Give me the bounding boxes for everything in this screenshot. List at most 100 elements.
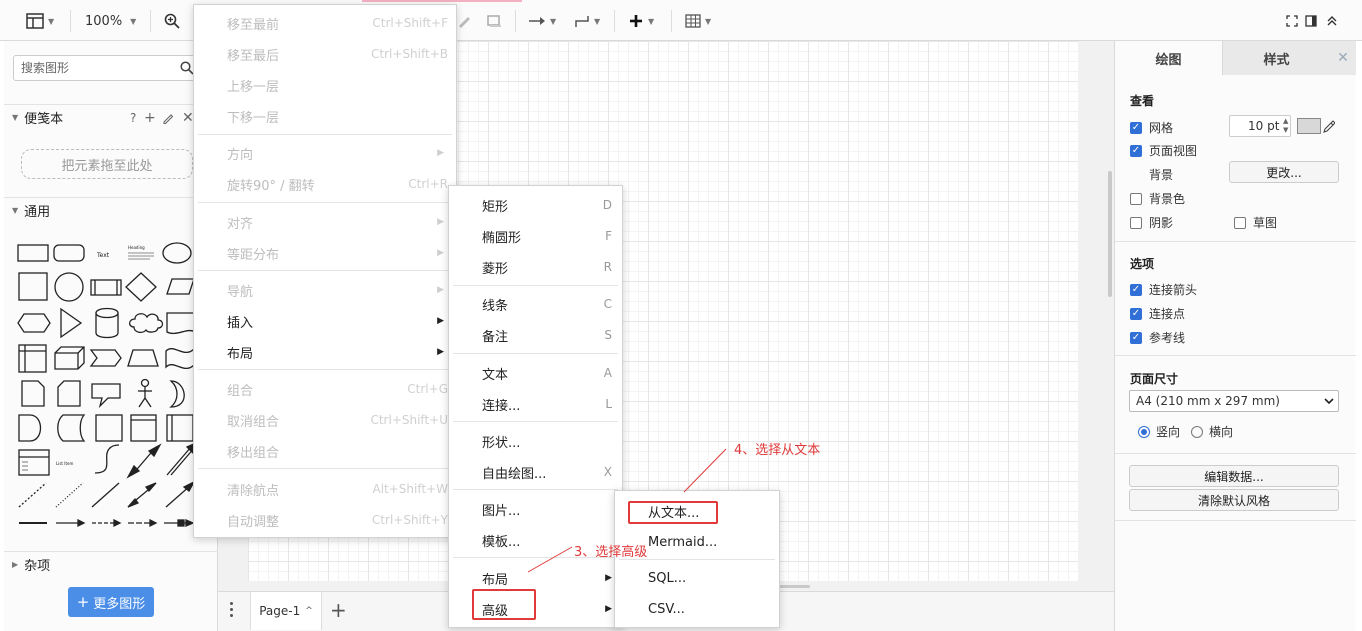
insert-button[interactable]: ▼ <box>628 10 654 32</box>
waypoints-button[interactable]: ▼ <box>574 10 600 32</box>
shape-triangle[interactable] <box>60 307 83 339</box>
insert-menu-item[interactable]: 椭圆形 F <box>449 222 622 250</box>
shape-dashed-line[interactable] <box>18 482 47 508</box>
shape-container[interactable] <box>95 414 123 442</box>
shape-rectangle[interactable] <box>17 244 49 262</box>
shape-bidirectional-arrow[interactable] <box>126 443 162 479</box>
zoom-dropdown[interactable]: 100% ▼ <box>85 10 136 32</box>
shape-link-dashed[interactable] <box>92 518 122 528</box>
context-menu-item[interactable]: 插入 ▶ <box>194 307 456 335</box>
close-panel-icon[interactable]: ✕ <box>1330 41 1356 75</box>
landscape-radio[interactable]: 横向 <box>1191 423 1233 440</box>
tab-style[interactable]: 样式 <box>1222 41 1330 75</box>
page-tab[interactable]: Page-1 ^ <box>250 592 322 630</box>
shape-arrow[interactable] <box>166 441 198 476</box>
insert-menu-item[interactable]: 自由绘图... X <box>449 458 622 486</box>
background-color-checkbox[interactable]: 背景色 <box>1130 190 1185 207</box>
shape-internal-storage[interactable] <box>18 344 47 373</box>
insert-menu-item[interactable]: 文本 A <box>449 359 622 387</box>
grid-color-swatch[interactable] <box>1297 118 1321 134</box>
connection-points-checkbox[interactable]: ✓ 连接点 <box>1130 305 1185 322</box>
shape-list-item[interactable]: List Item <box>56 461 73 466</box>
search-input[interactable] <box>14 56 164 80</box>
eyedropper-icon[interactable] <box>1323 119 1335 133</box>
close-icon[interactable]: ✕ <box>182 110 194 126</box>
table-button[interactable]: ▼ <box>685 10 711 32</box>
shape-text[interactable]: Text <box>96 252 110 259</box>
shadow-button[interactable] <box>486 10 502 32</box>
insert-menu-item[interactable]: 线条 C <box>449 290 622 318</box>
edit-data-button[interactable]: 编辑数据... <box>1129 465 1339 487</box>
shape-trapezoid[interactable] <box>127 349 159 367</box>
shape-dotted-line[interactable] <box>55 482 84 508</box>
page-view-checkbox[interactable]: ✓ 页面视图 <box>1130 142 1197 159</box>
scratchpad-drop-zone[interactable]: 把元素拖至此处 <box>21 149 193 179</box>
shape-textbox[interactable]: Heading <box>128 245 154 260</box>
paper-size-select[interactable]: A4 (210 mm x 297 mm) <box>1129 390 1339 412</box>
more-shapes-button[interactable]: + 更多图形 <box>68 587 154 617</box>
search-icon[interactable] <box>180 61 194 75</box>
zoom-in-button[interactable] <box>164 10 180 32</box>
chevron-up-icon[interactable]: ^ <box>305 606 313 616</box>
shape-cloud[interactable] <box>128 313 164 334</box>
page-menu-button[interactable] <box>230 602 233 617</box>
connection-style-button[interactable]: ▼ <box>528 10 556 32</box>
vertical-scrollbar[interactable] <box>1108 171 1112 297</box>
shape-curve[interactable] <box>94 444 120 474</box>
scratchpad-header[interactable]: ▼ 便笺本 ? + ✕ <box>4 104 218 130</box>
grid-checkbox[interactable]: ✓ 网格 <box>1130 119 1173 136</box>
format-panel-toggle[interactable] <box>1305 10 1317 32</box>
insert-menu-item[interactable]: 布局 ▶ <box>449 564 622 592</box>
stepper-icon[interactable]: ▲ ▼ <box>1283 117 1288 135</box>
shape-vertical-container[interactable] <box>166 414 194 442</box>
shape-or[interactable] <box>169 380 185 408</box>
shape-cylinder[interactable] <box>95 307 119 339</box>
fullscreen-button[interactable] <box>1286 10 1298 32</box>
shape-parallelogram[interactable] <box>166 278 195 295</box>
connection-arrows-checkbox[interactable]: ✓ 连接箭头 <box>1130 281 1197 298</box>
shape-link-arrow[interactable] <box>56 518 86 528</box>
shape-document[interactable] <box>166 312 196 335</box>
shape-step[interactable] <box>89 349 122 367</box>
shape-process[interactable] <box>90 279 122 296</box>
shape-actor[interactable] <box>138 378 152 408</box>
general-header[interactable]: ▼ 通用 <box>4 197 218 223</box>
advanced-menu-item[interactable]: SQL... <box>615 564 779 592</box>
shape-data-storage[interactable] <box>57 414 86 442</box>
shape-list[interactable] <box>18 449 50 476</box>
view-panels-button[interactable]: ▼ <box>26 10 54 32</box>
shape-swimlane[interactable] <box>130 414 157 442</box>
sketch-checkbox[interactable]: 草图 <box>1234 214 1277 231</box>
shape-diamond[interactable] <box>125 272 157 302</box>
edit-icon[interactable] <box>162 112 174 124</box>
shape-rounded-rectangle[interactable] <box>53 244 85 262</box>
clear-default-style-button[interactable]: 清除默认风格 <box>1129 489 1339 511</box>
insert-menu-item[interactable]: 矩形 D <box>449 191 622 219</box>
tab-diagram[interactable]: 绘图 <box>1115 41 1222 75</box>
shape-circle[interactable] <box>54 272 84 302</box>
add-icon[interactable]: + <box>144 110 156 126</box>
advanced-menu-item[interactable]: CSV... <box>615 595 779 623</box>
shadow-checkbox[interactable]: 阴影 <box>1130 214 1173 231</box>
misc-header[interactable]: ▶ 杂项 <box>4 551 218 577</box>
shape-delay[interactable] <box>18 414 42 442</box>
help-icon[interactable]: ? <box>130 111 136 125</box>
shape-link-block[interactable] <box>164 519 195 527</box>
line-color-button[interactable] <box>456 10 472 32</box>
shape-directional-connector[interactable] <box>165 480 196 508</box>
shape-callout[interactable] <box>91 383 121 409</box>
shape-tape[interactable] <box>165 347 195 370</box>
shape-card[interactable] <box>57 380 81 407</box>
collapse-toolbar-button[interactable] <box>1326 10 1338 32</box>
context-menu-item[interactable]: 布局 ▶ <box>194 338 456 366</box>
change-background-button[interactable]: 更改... <box>1229 161 1339 183</box>
add-page-icon[interactable]: + <box>330 598 347 622</box>
grid-size-input[interactable]: 10 pt ▲ ▼ <box>1229 115 1291 137</box>
shape-square[interactable] <box>18 272 48 301</box>
shape-note[interactable] <box>21 380 45 407</box>
insert-menu-item[interactable]: 连接... L <box>449 390 622 418</box>
insert-menu-item[interactable]: 菱形 R <box>449 253 622 281</box>
guides-checkbox[interactable]: ✓ 参考线 <box>1130 329 1185 346</box>
shape-bidirectional-connector[interactable] <box>127 482 157 508</box>
shape-cube[interactable] <box>54 346 85 370</box>
